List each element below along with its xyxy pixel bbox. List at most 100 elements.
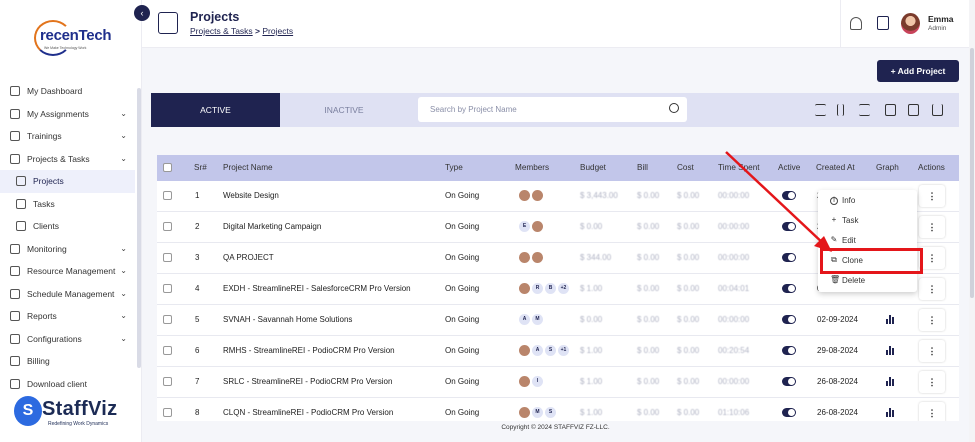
row-checkbox[interactable] (163, 284, 172, 293)
project-name[interactable]: SRLC - StreamlineREI - PodioCRM Pro Vers… (223, 367, 392, 397)
project-name[interactable]: Digital Marketing Campaign (223, 212, 321, 242)
member-initial[interactable]: B (545, 283, 556, 294)
active-toggle[interactable] (782, 253, 796, 262)
add-project-button[interactable]: + Add Project (877, 60, 959, 82)
sidebar-item-schedule-management[interactable]: Schedule Management ⌄ (0, 283, 135, 306)
member-initial[interactable]: M (532, 407, 543, 418)
sidebar-item-download-client[interactable]: Download client (0, 373, 135, 396)
member-avatar[interactable] (519, 252, 530, 263)
bar-chart-icon[interactable] (886, 315, 895, 324)
chevron-down-icon[interactable]: ⌄ (120, 289, 127, 298)
active-toggle[interactable] (782, 315, 796, 324)
sidebar-item-projects[interactable]: Projects (0, 170, 135, 193)
member-initial[interactable]: R (532, 283, 543, 294)
member-avatar[interactable] (519, 376, 530, 387)
row-actions-button[interactable]: ⋮ (919, 278, 945, 300)
chevron-down-icon[interactable]: ⌄ (120, 244, 127, 253)
project-name[interactable]: RMHS - StreamlineREI - PodioCRM Pro Vers… (223, 336, 395, 366)
row-actions-button[interactable]: ⋮ (919, 402, 945, 421)
bar-chart-icon[interactable] (886, 377, 895, 386)
sidebar-item-my-assignments[interactable]: My Assignments ⌄ (0, 103, 135, 126)
menu-item-info[interactable]: i Info (830, 196, 855, 205)
member-avatar[interactable] (532, 221, 543, 232)
project-name[interactable]: Website Design (223, 181, 279, 211)
export-icon[interactable] (908, 104, 919, 116)
member-initial[interactable]: I (532, 376, 543, 387)
active-toggle[interactable] (782, 377, 796, 386)
trash-icon[interactable] (932, 104, 943, 116)
menu-item-edit[interactable]: ✎ Edit (830, 235, 856, 245)
bar-chart-icon[interactable] (886, 346, 895, 355)
sidebar-item-trainings[interactable]: Trainings ⌄ (0, 125, 135, 148)
member-initial[interactable]: M (532, 314, 543, 325)
sidebar-scrollbar[interactable] (137, 88, 141, 368)
row-checkbox[interactable] (163, 191, 172, 200)
project-name[interactable]: EXDH - StreamlineREI - SalesforceCRM Pro… (223, 274, 411, 304)
sidebar-item-clients[interactable]: Clients (0, 215, 135, 238)
avatar[interactable] (901, 13, 920, 34)
chevron-down-icon[interactable]: ⌄ (120, 154, 127, 163)
member-initial[interactable]: S (545, 407, 556, 418)
row-actions-button[interactable]: ⋮ (919, 185, 945, 207)
tab-active[interactable]: ACTIVE (151, 93, 280, 127)
active-toggle[interactable] (782, 191, 796, 200)
search-icon[interactable] (669, 103, 679, 113)
member-initial[interactable]: S (545, 345, 556, 356)
project-name[interactable]: CLQN - StreamlineREI - PodioCRM Pro Vers… (223, 398, 393, 421)
row-actions-button[interactable]: ⋮ (919, 340, 945, 362)
chevron-down-icon[interactable]: ⌄ (120, 311, 127, 320)
row-actions-button[interactable]: ⋮ (919, 216, 945, 238)
member-avatar[interactable] (519, 345, 530, 356)
chevron-down-icon[interactable]: ⌄ (120, 109, 127, 118)
chevron-down-icon[interactable]: ⌄ (120, 266, 127, 275)
chevron-down-icon[interactable]: ⌄ (120, 131, 127, 140)
menu-item-delete[interactable]: 🗑 Delete (830, 275, 865, 285)
active-toggle[interactable] (782, 346, 796, 355)
member-initial[interactable]: +1 (558, 345, 569, 356)
row-checkbox[interactable] (163, 408, 172, 417)
sidebar-item-billing[interactable]: Billing (0, 350, 135, 373)
tab-inactive[interactable]: INACTIVE (280, 93, 408, 127)
bar-chart-icon[interactable] (886, 408, 895, 417)
collapse-sidebar-button[interactable]: ‹ (134, 5, 150, 21)
menu-item-task[interactable]: + Task (830, 215, 859, 225)
sidebar-item-projects-tasks[interactable]: Projects & Tasks ⌄ (0, 148, 135, 171)
row-checkbox[interactable] (163, 222, 172, 231)
row-checkbox[interactable] (163, 315, 172, 324)
member-initial[interactable]: A (519, 314, 530, 325)
breadcrumb-parent[interactable]: Projects & Tasks (190, 26, 253, 36)
sidebar-item-my-dashboard[interactable]: My Dashboard (0, 80, 135, 103)
member-avatar[interactable] (519, 190, 530, 201)
member-avatar[interactable] (519, 407, 530, 418)
sidebar-item-tasks[interactable]: Tasks (0, 193, 135, 216)
sidebar-item-monitoring[interactable]: Monitoring ⌄ (0, 238, 135, 261)
member-initial[interactable]: +2 (558, 283, 569, 294)
row-actions-button[interactable]: ⋮ (919, 371, 945, 393)
active-toggle[interactable] (782, 408, 796, 417)
sidebar-item-resource-management[interactable]: Resource Management ⌄ (0, 260, 135, 283)
active-toggle[interactable] (782, 284, 796, 293)
member-initial[interactable]: E (519, 221, 530, 232)
chevron-down-icon[interactable]: ⌄ (120, 334, 127, 343)
sort-icon[interactable] (837, 104, 844, 116)
row-checkbox[interactable] (163, 346, 172, 355)
member-initial[interactable]: A (532, 345, 543, 356)
search-input[interactable]: Search by Project Name (418, 97, 687, 122)
bell-icon[interactable] (850, 17, 862, 30)
sidebar-item-configurations[interactable]: Configurations ⌄ (0, 328, 135, 351)
row-checkbox[interactable] (163, 377, 172, 386)
member-avatar[interactable] (519, 283, 530, 294)
select-all-checkbox[interactable] (163, 163, 172, 172)
filter-icon[interactable] (859, 104, 870, 116)
page-scrollbar[interactable] (969, 0, 975, 442)
active-toggle[interactable] (782, 222, 796, 231)
refresh-icon[interactable] (885, 104, 896, 116)
member-avatar[interactable] (532, 252, 543, 263)
list-view-icon[interactable] (815, 104, 826, 116)
project-name[interactable]: QA PROJECT (223, 243, 274, 273)
member-avatar[interactable] (532, 190, 543, 201)
breadcrumb-current[interactable]: Projects (262, 26, 293, 36)
id-card-icon[interactable] (877, 16, 889, 30)
row-actions-button[interactable]: ⋮ (919, 309, 945, 331)
project-name[interactable]: SVNAH - Savannah Home Solutions (223, 305, 352, 335)
